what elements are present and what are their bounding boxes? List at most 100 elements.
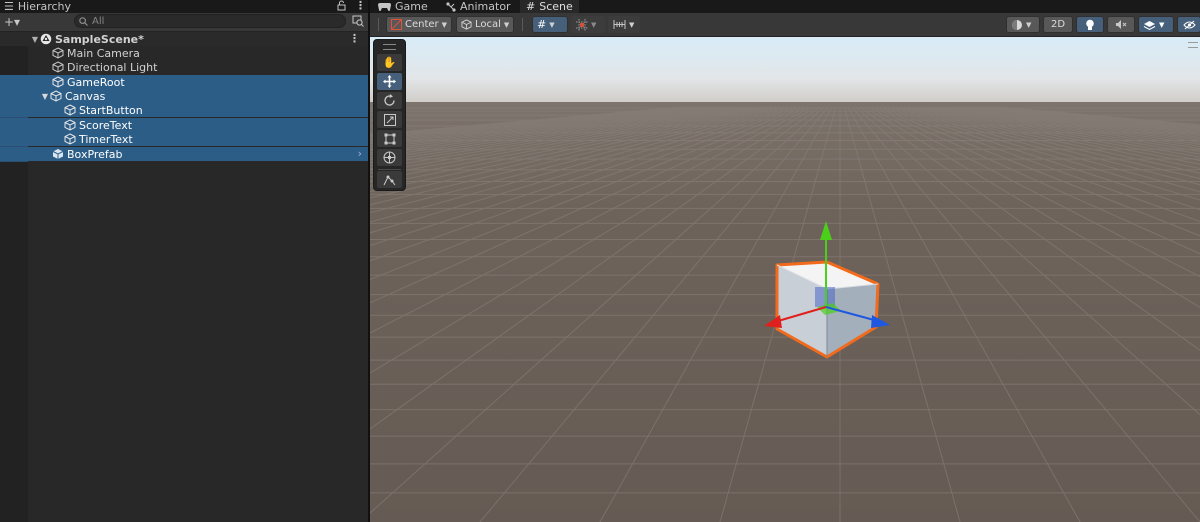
tree-item-canvas[interactable]: ▼ Canvas — [0, 89, 368, 103]
lock-icon[interactable] — [337, 0, 346, 14]
tree-item-boxprefab[interactable]: BoxPrefab › — [0, 147, 368, 161]
hierarchy-search-field[interactable] — [74, 14, 346, 28]
lighting-toggle[interactable] — [1076, 16, 1104, 33]
unity-scene-icon — [40, 33, 52, 45]
tree-item-directional-light[interactable]: Directional Light — [0, 60, 368, 74]
scene-row[interactable]: ▼ SampleScene* ⋮ — [0, 32, 368, 46]
pivot-center-dropdown[interactable]: Center ▼ — [386, 16, 453, 33]
move-tool-button[interactable] — [377, 73, 402, 90]
scene-visibility-toggle[interactable] — [1177, 16, 1200, 33]
search-input[interactable] — [92, 15, 322, 27]
tree-item-label: TimerText — [79, 132, 133, 146]
overlay-separator — [378, 169, 401, 170]
hierarchy-tab-bar: ☰ Hierarchy ⋮ — [0, 0, 368, 13]
grid-icon: # — [537, 18, 547, 31]
tools-overlay: ✋ — [373, 39, 406, 191]
overlay-grip-handle[interactable] — [383, 44, 396, 50]
transform-icon — [383, 151, 396, 164]
transform-tool-button[interactable] — [377, 149, 402, 166]
scene-name: SampleScene* — [55, 32, 144, 46]
grid-visibility-toggle[interactable]: # ▼ — [532, 16, 568, 33]
prefab-icon — [52, 149, 64, 159]
add-object-button[interactable]: +▾ — [4, 15, 20, 29]
scene-viewport[interactable] — [370, 37, 1200, 522]
view-tool-button[interactable]: ✋ — [377, 54, 402, 71]
scale-icon — [383, 113, 396, 126]
viewport-options-grip[interactable] — [1188, 42, 1198, 48]
tree-item-startbutton[interactable]: StartButton — [0, 103, 368, 117]
dropdown-caret-icon: ▼ — [503, 20, 510, 29]
tree-item-scoretext[interactable]: ScoreText — [0, 118, 368, 132]
effects-dropdown[interactable]: ▼ — [1138, 16, 1174, 33]
search-icon — [79, 16, 88, 26]
tab-game[interactable]: Game — [372, 0, 434, 13]
pivot-space-dropdown[interactable]: Local ▼ — [456, 16, 515, 33]
list-icon: ☰ — [4, 0, 14, 13]
pivot-center-icon — [391, 19, 402, 30]
toolbar-separator — [522, 18, 523, 31]
dropdown-caret-icon: ▼ — [591, 20, 597, 29]
rect-tool-button[interactable] — [377, 130, 402, 147]
hierarchy-tab[interactable]: ☰ Hierarchy — [0, 0, 77, 13]
grid-snapping-toggle[interactable]: ▼ — [571, 16, 605, 33]
lightbulb-icon — [1086, 19, 1094, 30]
move-arrows-icon — [383, 75, 396, 88]
tab-animator[interactable]: Animator — [440, 0, 517, 13]
tab-label: Game — [395, 0, 428, 13]
gamepad-icon — [378, 3, 391, 11]
more-options-icon[interactable]: ⋮ — [355, 0, 366, 12]
hierarchy-panel: ☰ Hierarchy ⋮ +▾ ▼ SampleScene* ⋮ Main C… — [0, 0, 368, 522]
scene-menu-icon[interactable]: ⋮ — [349, 32, 360, 45]
animator-icon — [446, 1, 456, 12]
gameobject-icon — [52, 61, 64, 73]
increment-snap-icon — [613, 20, 626, 29]
scene-toolbar: Center ▼ Local ▼ # ▼ ▼ ▼ ▼ 2D ▼ — [370, 13, 1200, 37]
draw-mode-dropdown[interactable]: ▼ — [1006, 16, 1040, 33]
expand-arrow-icon[interactable]: ▼ — [40, 92, 50, 101]
scale-tool-button[interactable] — [377, 111, 402, 128]
grid-snap-icon — [576, 18, 588, 31]
dropdown-caret-icon: ▼ — [1159, 20, 1165, 29]
increment-snapping-dropdown[interactable]: ▼ — [608, 16, 640, 33]
dropdown-caret-icon: ▼ — [441, 20, 448, 29]
tree-item-label: ScoreText — [79, 118, 133, 132]
gameobject-icon — [64, 133, 76, 145]
custom-tool-button[interactable] — [377, 171, 402, 188]
audio-mute-icon — [1116, 20, 1127, 29]
tree-item-gameroot[interactable]: GameRoot — [0, 75, 368, 89]
mode-2d-toggle[interactable]: 2D — [1043, 16, 1073, 33]
open-prefab-chevron-icon[interactable]: › — [358, 147, 362, 160]
dropdown-caret-icon: ▼ — [549, 20, 555, 29]
scene-filter-icon[interactable] — [352, 15, 364, 30]
dropdown-caret-icon: ▼ — [1026, 20, 1032, 29]
tree-item-label: StartButton — [79, 103, 143, 117]
local-space-icon — [461, 19, 472, 30]
pivot-label: Center — [405, 19, 439, 30]
toolbar-separator — [378, 18, 379, 31]
tree-item-main-camera[interactable]: Main Camera — [0, 46, 368, 60]
expand-arrow-icon[interactable]: ▼ — [30, 35, 40, 44]
scene-tab-bar: Game Animator # Scene — [370, 0, 1200, 13]
gameobject-icon — [50, 90, 62, 102]
tab-scene[interactable]: # Scene — [520, 0, 579, 13]
hidden-eye-icon — [1182, 20, 1196, 29]
rotate-tool-button[interactable] — [377, 92, 402, 109]
effects-layers-icon — [1143, 21, 1156, 30]
tab-label: Scene — [539, 0, 573, 13]
hierarchy-toolbar: +▾ — [0, 13, 368, 32]
shading-sphere-icon — [1012, 19, 1022, 30]
space-label: Local — [475, 19, 501, 30]
rotate-icon — [384, 94, 395, 106]
audio-toggle[interactable] — [1107, 16, 1135, 33]
tree-item-label: Directional Light — [67, 60, 158, 74]
gameobject-icon — [52, 47, 64, 59]
mode-2d-label: 2D — [1050, 19, 1066, 30]
rect-transform-icon — [384, 133, 395, 144]
custom-editor-tool-icon — [383, 175, 396, 185]
hierarchy-tab-label: Hierarchy — [17, 0, 72, 13]
tree-item-label: Main Camera — [67, 46, 140, 60]
tree-item-label: Canvas — [65, 89, 106, 103]
tree-item-timertext[interactable]: TimerText — [0, 132, 368, 146]
dropdown-caret-icon: ▼ — [629, 20, 635, 29]
tab-label: Animator — [460, 0, 511, 13]
